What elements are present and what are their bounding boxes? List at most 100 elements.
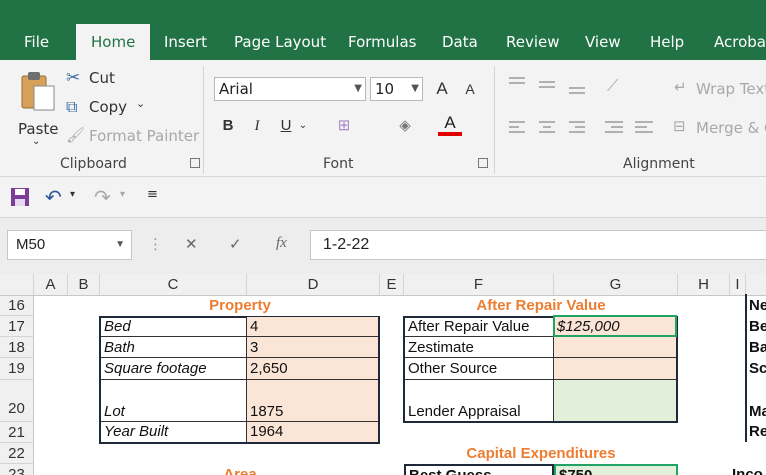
best-guess-value[interactable]: $750 — [554, 464, 678, 475]
property-bath-value[interactable]: 3 — [247, 337, 378, 358]
property-sqft-value[interactable]: 2,650 — [247, 358, 378, 380]
right-table-fragment: Ne — [749, 297, 766, 314]
tab-data[interactable]: Data — [442, 22, 478, 60]
select-all-corner[interactable] — [0, 274, 34, 296]
tab-help[interactable]: Help — [650, 22, 684, 60]
zestimate-value[interactable] — [554, 337, 676, 358]
row-header-19[interactable]: 19 — [0, 358, 34, 380]
property-year-label[interactable]: Year Built — [101, 422, 247, 442]
column-header-d[interactable]: D — [247, 274, 380, 296]
other-source-value[interactable] — [554, 358, 676, 380]
column-header-g[interactable]: G — [554, 274, 678, 296]
tab-insert[interactable]: Insert — [164, 22, 207, 60]
right-table-border — [745, 294, 747, 442]
row-header-23[interactable]: 23 — [0, 464, 34, 475]
paste-button[interactable]: Paste ⌄ — [14, 68, 62, 150]
column-header-c[interactable]: C — [100, 274, 247, 296]
paste-dropdown-icon[interactable]: ⌄ — [32, 136, 40, 147]
best-guess-label[interactable]: Best Guess — [404, 464, 554, 475]
undo-icon[interactable]: ↶ — [45, 185, 62, 209]
wrap-text-button[interactable]: Wrap Text — [696, 80, 766, 98]
property-year-value[interactable]: 1964 — [247, 422, 378, 442]
formula-bar-area: M50 ▼ ⋮ ✕ ✓ fx 1-2-22 — [0, 218, 766, 274]
capex-title: Capital Expenditures — [466, 445, 616, 462]
cut-label: Cut — [89, 69, 115, 87]
orientation-icon[interactable]: ⟋ — [607, 76, 618, 96]
row-header-17[interactable]: 17 — [0, 316, 34, 337]
chevron-down-icon: ▼ — [354, 83, 362, 94]
lender-appraisal-value[interactable] — [554, 380, 676, 421]
row-header-22[interactable]: 22 — [0, 443, 34, 464]
row-header-18[interactable]: 18 — [0, 337, 34, 358]
font-name-select[interactable]: Arial ▼ — [214, 77, 366, 101]
tab-review[interactable]: Review — [506, 22, 560, 60]
column-header-f[interactable]: F — [404, 274, 554, 296]
name-box-value: M50 — [16, 236, 46, 253]
tab-page-layout[interactable]: Page Layout — [234, 22, 326, 60]
divider — [494, 66, 495, 174]
formula-input[interactable]: 1-2-22 — [310, 230, 766, 260]
income-title-fragment: Inco — [732, 466, 763, 475]
cell-selection-outline — [553, 315, 677, 337]
column-header-h[interactable]: H — [678, 274, 730, 296]
undo-dropdown-icon[interactable]: ▾ — [70, 189, 75, 200]
customize-qat-icon[interactable]: ≡ — [147, 187, 158, 202]
chevron-down-icon: ▼ — [411, 83, 419, 94]
row-header-20[interactable]: 20 — [0, 380, 34, 422]
format-painter-button[interactable]: 🖌 Format Painter — [66, 126, 199, 148]
column-header-next[interactable] — [746, 274, 766, 296]
column-header-e[interactable]: E — [380, 274, 404, 296]
clipboard-launcher-icon[interactable] — [190, 158, 200, 168]
save-icon[interactable] — [10, 187, 30, 207]
merge-center-button[interactable]: Merge & C — [696, 119, 766, 137]
shrink-font-button[interactable]: A — [458, 77, 482, 101]
row-header-21[interactable]: 21 — [0, 422, 34, 443]
tab-acrobat[interactable]: Acrobat — [714, 22, 766, 60]
right-table-fragment: Sc — [749, 360, 766, 377]
font-launcher-icon[interactable] — [478, 158, 488, 168]
copy-button[interactable]: ⧉ Copy ⌄ — [66, 97, 186, 119]
copy-dropdown-icon[interactable]: ⌄ — [136, 97, 145, 110]
fill-color-icon[interactable]: ◈ — [393, 114, 417, 138]
brush-icon: 🖌 — [66, 126, 86, 144]
row-header-16[interactable]: 16 — [0, 296, 34, 316]
redo-icon[interactable]: ↷ — [94, 185, 111, 209]
redo-dropdown-icon[interactable]: ▾ — [120, 189, 125, 200]
name-box[interactable]: M50 ▼ — [7, 230, 132, 260]
tab-home[interactable]: Home — [76, 24, 151, 60]
property-title: Property — [209, 297, 271, 314]
font-name-value: Arial — [219, 80, 253, 98]
font-color-button[interactable]: A — [438, 112, 462, 136]
zestimate-label[interactable]: Zestimate — [405, 337, 554, 358]
column-header-a[interactable]: A — [34, 274, 68, 296]
lender-appraisal-label[interactable]: Lender Appraisal — [405, 380, 554, 421]
borders-icon[interactable]: ⊞ — [332, 114, 356, 138]
property-bath-label[interactable]: Bath — [101, 337, 247, 358]
underline-dropdown-icon[interactable]: ⌄ — [296, 114, 310, 138]
cut-button[interactable]: ✂ Cut — [66, 68, 176, 90]
bold-button[interactable]: B — [216, 114, 240, 138]
copy-label: Copy — [89, 98, 128, 116]
column-header-b[interactable]: B — [68, 274, 100, 296]
copy-icon: ⧉ — [66, 97, 78, 116]
cancel-icon[interactable]: ✕ — [185, 235, 198, 253]
property-bed-label[interactable]: Bed — [101, 317, 247, 337]
property-lot-label[interactable]: Lot — [101, 380, 247, 422]
right-table-fragment: Ma — [749, 403, 766, 420]
other-source-label[interactable]: Other Source — [405, 358, 554, 380]
grow-font-button[interactable]: A — [430, 77, 454, 101]
underline-button[interactable]: U — [274, 114, 298, 138]
property-bed-value[interactable]: 4 — [247, 317, 378, 337]
property-sqft-label[interactable]: Square footage — [101, 358, 247, 380]
tab-formulas[interactable]: Formulas — [348, 22, 416, 60]
arv-label[interactable]: After Repair Value — [405, 317, 554, 337]
tab-file[interactable]: File — [24, 22, 49, 60]
font-size-select[interactable]: 10 ▼ — [370, 77, 423, 101]
italic-button[interactable]: I — [245, 114, 269, 138]
column-header-i[interactable]: I — [730, 274, 746, 296]
enter-icon[interactable]: ✓ — [229, 235, 242, 253]
insert-function-icon[interactable]: fx — [276, 235, 287, 252]
right-table-fragment: Ba — [749, 339, 766, 356]
tab-view[interactable]: View — [585, 22, 621, 60]
property-lot-value[interactable]: 1875 — [247, 380, 378, 422]
